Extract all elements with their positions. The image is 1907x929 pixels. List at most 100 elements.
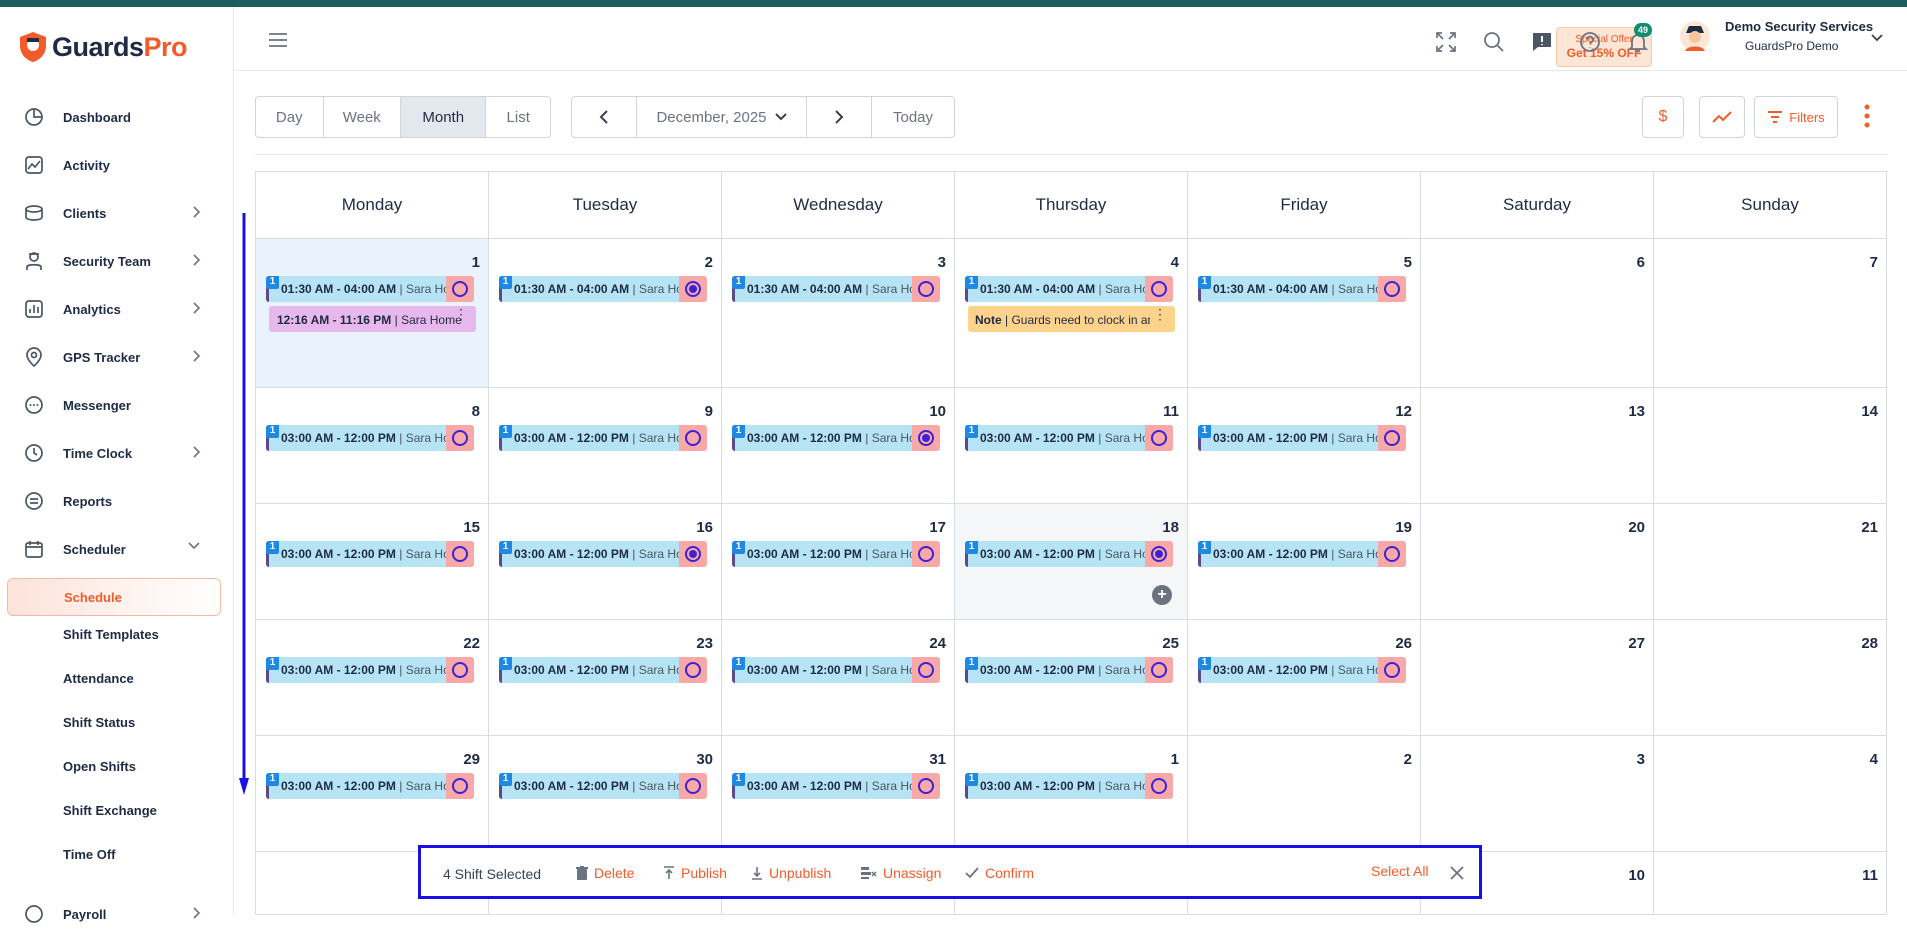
shift-select-radio[interactable] bbox=[1145, 425, 1173, 451]
sidebar-item-security-team[interactable]: Security Team bbox=[22, 246, 212, 276]
sidebar-item-activity[interactable]: Activity bbox=[22, 150, 212, 180]
calendar-day-cell[interactable]: 16 103:00 AM - 12:00 PM | Sara Home bbox=[489, 503, 722, 619]
chevron-down-icon[interactable] bbox=[1871, 34, 1883, 42]
sidebar-sub-item-shift-exchange[interactable]: Shift Exchange bbox=[63, 803, 157, 818]
shift-select-radio[interactable] bbox=[679, 773, 707, 799]
calendar-day-cell[interactable]: 19 103:00 AM - 12:00 PM | Sara Home bbox=[1188, 503, 1421, 619]
sidebar-item-clients[interactable]: Clients bbox=[22, 198, 212, 228]
view-month-button[interactable]: Month bbox=[401, 97, 487, 137]
shift-select-radio[interactable] bbox=[912, 276, 940, 302]
shift-select-radio[interactable] bbox=[912, 425, 940, 451]
close-icon[interactable] bbox=[1450, 866, 1464, 880]
next-period-button[interactable] bbox=[807, 97, 872, 137]
calendar-day-cell[interactable]: 4 bbox=[1654, 735, 1886, 851]
sidebar-sub-item-attendance[interactable]: Attendance bbox=[63, 671, 134, 686]
view-week-button[interactable]: Week bbox=[324, 97, 402, 137]
select-all-button[interactable]: Select All bbox=[1371, 863, 1429, 879]
shift-chip[interactable]: 101:30 AM - 04:00 AM | Sara Home bbox=[499, 276, 707, 302]
more-options-icon[interactable] bbox=[1864, 104, 1870, 128]
today-button[interactable]: Today bbox=[872, 97, 954, 137]
shift-select-radio[interactable] bbox=[446, 657, 474, 683]
calendar-day-cell[interactable]: 9 103:00 AM - 12:00 PM | Sara Home bbox=[489, 387, 722, 503]
shift-select-radio[interactable] bbox=[912, 657, 940, 683]
delete-button[interactable]: Delete bbox=[576, 865, 634, 881]
trend-button[interactable] bbox=[1699, 96, 1745, 138]
sidebar-item-gps-tracker[interactable]: GPS Tracker bbox=[22, 342, 212, 372]
note-chip[interactable]: Note | Guards need to clock in and out⋮ bbox=[968, 306, 1175, 332]
shift-chip[interactable]: 103:00 AM - 12:00 PM | Sara Home bbox=[499, 773, 707, 799]
shift-select-radio[interactable] bbox=[446, 276, 474, 302]
shift-select-radio[interactable] bbox=[1378, 276, 1406, 302]
sidebar-item-messenger[interactable]: Messenger bbox=[22, 390, 212, 420]
shift-chip[interactable]: 103:00 AM - 12:00 PM | Sara Home bbox=[965, 541, 1173, 567]
view-list-button[interactable]: List bbox=[486, 97, 550, 137]
shift-select-radio[interactable] bbox=[679, 276, 707, 302]
shift-chip[interactable]: 103:00 AM - 12:00 PM | Sara Home bbox=[965, 657, 1173, 683]
calendar-day-cell[interactable]: 14 bbox=[1654, 387, 1886, 503]
shift-chip[interactable]: 103:00 AM - 12:00 PM | Sara Home bbox=[266, 657, 474, 683]
sidebar-item-dashboard[interactable]: Dashboard bbox=[22, 102, 212, 132]
calendar-day-cell[interactable]: 1103:00 AM - 12:00 PM | Sara Home bbox=[955, 735, 1188, 851]
period-picker[interactable]: December, 2025 bbox=[637, 97, 807, 137]
previous-period-button[interactable] bbox=[572, 97, 637, 137]
sidebar-sub-item-shift-status[interactable]: Shift Status bbox=[63, 715, 135, 730]
calendar-day-cell[interactable]: 18 103:00 AM - 12:00 PM | Sara Home + bbox=[955, 503, 1188, 619]
sidebar-item-analytics[interactable]: Analytics bbox=[22, 294, 212, 324]
shift-chip[interactable]: 103:00 AM - 12:00 PM | Sara Home bbox=[1198, 425, 1406, 451]
calendar-day-cell[interactable]: 2 101:30 AM - 04:00 AM | Sara Home bbox=[489, 238, 722, 387]
unassign-button[interactable]: Unassign bbox=[861, 865, 941, 881]
cost-button[interactable]: $ bbox=[1642, 96, 1684, 138]
shift-chip[interactable]: 103:00 AM - 12:00 PM | Sara Home bbox=[1198, 657, 1406, 683]
publish-button[interactable]: Publish bbox=[663, 865, 727, 881]
search-icon[interactable] bbox=[1483, 31, 1505, 53]
sidebar-sub-item-time-off[interactable]: Time Off bbox=[63, 847, 116, 862]
sidebar-item-reports[interactable]: Reports bbox=[22, 486, 212, 516]
calendar-day-cell[interactable]: 25 103:00 AM - 12:00 PM | Sara Home bbox=[955, 619, 1188, 735]
shift-chip[interactable]: 103:00 AM - 12:00 PM | Sara Home bbox=[1198, 541, 1406, 567]
sidebar-sub-item-shift-templates[interactable]: Shift Templates bbox=[63, 627, 159, 642]
shift-chip[interactable]: 103:00 AM - 12:00 PM | Sara Home bbox=[499, 541, 707, 567]
shift-select-radio[interactable] bbox=[1145, 657, 1173, 683]
shift-chip[interactable]: 103:00 AM - 12:00 PM | Sara Home bbox=[266, 773, 474, 799]
calendar-day-cell[interactable]: 11 bbox=[1654, 851, 1886, 914]
calendar-day-cell[interactable]: 24 103:00 AM - 12:00 PM | Sara Home bbox=[722, 619, 955, 735]
extra-shift-chip[interactable]: 12:16 AM - 11:16 PM | Sara Home ⋮ bbox=[269, 306, 476, 332]
shift-select-radio[interactable] bbox=[1378, 657, 1406, 683]
calendar-day-cell[interactable]: 23 103:00 AM - 12:00 PM | Sara Home bbox=[489, 619, 722, 735]
shift-select-radio[interactable] bbox=[446, 773, 474, 799]
shift-select-radio[interactable] bbox=[1145, 276, 1173, 302]
view-day-button[interactable]: Day bbox=[256, 97, 324, 137]
sidebar-item-time-clock[interactable]: Time Clock bbox=[22, 438, 212, 468]
shift-chip[interactable]: 103:00 AM - 12:00 PM | Sara Home bbox=[732, 541, 940, 567]
shift-chip[interactable]: 101:30 AM - 04:00 AM | Sara Home bbox=[965, 276, 1173, 302]
filters-button[interactable]: Filters bbox=[1754, 96, 1838, 138]
shift-chip[interactable]: 103:00 AM - 12:00 PM | Sara Home bbox=[965, 425, 1173, 451]
calendar-day-cell[interactable]: 29 103:00 AM - 12:00 PM | Sara Home bbox=[256, 735, 489, 851]
calendar-day-cell[interactable]: 6 bbox=[1421, 238, 1654, 387]
calendar-day-cell[interactable]: 11103:00 AM - 12:00 PM | Sara Home bbox=[955, 387, 1188, 503]
calendar-day-cell[interactable]: 20 bbox=[1421, 503, 1654, 619]
shift-chip[interactable]: 103:00 AM - 12:00 PM | Sara Home bbox=[732, 773, 940, 799]
shift-select-radio[interactable] bbox=[1378, 541, 1406, 567]
shift-select-radio[interactable] bbox=[679, 541, 707, 567]
shift-chip[interactable]: 101:30 AM - 04:00 AM | Sara Home bbox=[732, 276, 940, 302]
calendar-day-cell[interactable]: 13 bbox=[1421, 387, 1654, 503]
calendar-day-cell[interactable]: 3 101:30 AM - 04:00 AM | Sara Home bbox=[722, 238, 955, 387]
calendar-day-cell[interactable]: 5 101:30 AM - 04:00 AM | Sara Home bbox=[1188, 238, 1421, 387]
shift-chip[interactable]: 103:00 AM - 12:00 PM | Sara Home bbox=[965, 773, 1173, 799]
fullscreen-icon[interactable] bbox=[1435, 31, 1457, 53]
unpublish-button[interactable]: Unpublish bbox=[751, 865, 831, 881]
calendar-day-cell[interactable]: 30 103:00 AM - 12:00 PM | Sara Home bbox=[489, 735, 722, 851]
shift-chip[interactable]: 103:00 AM - 12:00 PM | Sara Home bbox=[732, 657, 940, 683]
add-shift-plus-icon[interactable]: + bbox=[1152, 585, 1172, 605]
calendar-day-cell[interactable]: 21 bbox=[1654, 503, 1886, 619]
calendar-day-cell[interactable]: 1101:30 AM - 04:00 AM | Sara Home12:16 A… bbox=[256, 238, 489, 387]
sidebar-item-scheduler[interactable]: Scheduler bbox=[22, 534, 212, 564]
calendar-day-cell[interactable]: 4 101:30 AM - 04:00 AM | Sara Home Note | … bbox=[955, 238, 1188, 387]
calendar-day-cell[interactable]: 22 103:00 AM - 12:00 PM | Sara Home bbox=[256, 619, 489, 735]
shift-chip[interactable]: 103:00 AM - 12:00 PM | Sara Home bbox=[266, 425, 474, 451]
more-vertical-icon[interactable]: ⋮ bbox=[454, 307, 468, 321]
shift-chip[interactable]: 101:30 AM - 04:00 AM | Sara Home bbox=[266, 276, 474, 302]
sidebar-sub-item-open-shifts[interactable]: Open Shifts bbox=[63, 759, 136, 774]
brand-logo[interactable]: GuardsPro bbox=[18, 31, 188, 63]
